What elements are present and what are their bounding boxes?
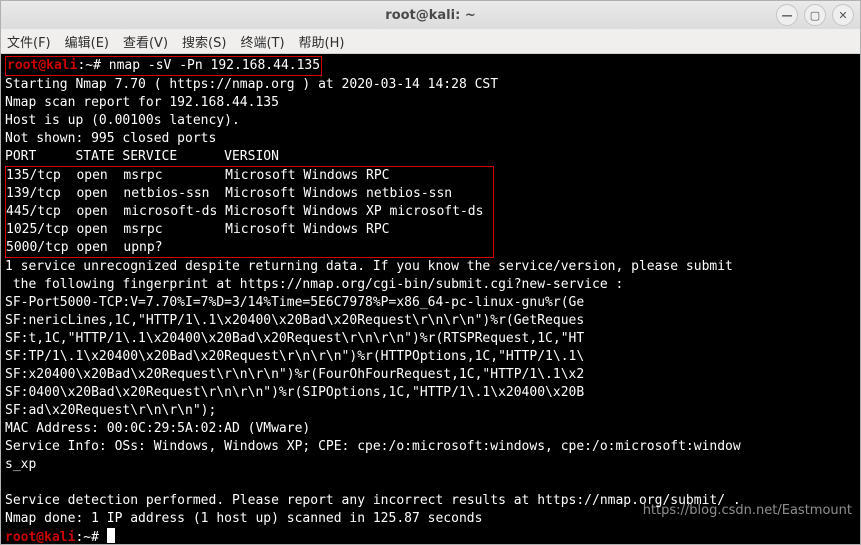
output-line: Nmap done: 1 IP address (1 host up) scan… xyxy=(5,511,482,526)
ports-highlight-box: 135/tcp open msrpc Microsoft Windows RPC… xyxy=(5,166,494,258)
output-line: SF-Port5000-TCP:V=7.70%I=7%D=3/14%Time=5… xyxy=(5,295,584,310)
output-line: Starting Nmap 7.70 ( https://nmap.org ) … xyxy=(5,77,498,92)
prompt-symbol: # xyxy=(91,530,99,544)
port-row: 445/tcp open microsoft-ds Microsoft Wind… xyxy=(6,204,491,219)
output-line: SF:ad\x20Request\r\n\r\n"); xyxy=(5,403,216,418)
minimize-button[interactable]: — xyxy=(776,4,798,26)
output-line: Nmap scan report for 192.168.44.135 xyxy=(5,95,279,110)
prompt-path: ~ xyxy=(85,58,93,73)
port-row: 1025/tcp open msrpc Microsoft Windows RP… xyxy=(6,222,491,237)
output-line: Service detection performed. Please repo… xyxy=(5,493,741,508)
window-title: root@kali: ~ xyxy=(385,8,475,23)
output-line: SF:t,1C,"HTTP/1\.1\x20400\x20Bad\x20Requ… xyxy=(5,331,584,346)
terminal-window: root@kali: ~ — ▢ ✕ 文件(F) 编辑(E) 查看(V) 搜索(… xyxy=(0,0,861,545)
port-row: 139/tcp open netbios-ssn Microsoft Windo… xyxy=(6,186,491,201)
prompt-user: root@kali xyxy=(5,530,75,544)
output-line: SF:TP/1\.1\x20400\x20Bad\x20Request\r\n\… xyxy=(5,349,584,364)
output-line: Service Info: OSs: Windows, Windows XP; … xyxy=(5,439,741,454)
command-text: nmap -sV -Pn 192.168.44.135 xyxy=(109,58,320,73)
output-line: SF:nericLines,1C,"HTTP/1\.1\x20400\x20Ba… xyxy=(5,313,584,328)
output-line: Host is up (0.00100s latency). xyxy=(5,113,240,128)
output-line: SF:x20400\x20Bad\x20Request\r\n\r\n")%r(… xyxy=(5,367,584,382)
close-icon: ✕ xyxy=(838,10,847,21)
output-line: SF:0400\x20Bad\x20Request\r\n\r\n")%r(SI… xyxy=(5,385,584,400)
command-highlight-box: root@kali:~# nmap -sV -Pn 192.168.44.135 xyxy=(5,56,322,76)
output-line: MAC Address: 00:0C:29:5A:02:AD (VMware) xyxy=(5,421,310,436)
output-header: PORT STATE SERVICE VERSION xyxy=(5,149,279,164)
cursor-icon xyxy=(107,528,115,543)
menu-edit[interactable]: 编辑(E) xyxy=(65,32,109,51)
menu-search[interactable]: 搜索(S) xyxy=(182,32,226,51)
port-row: 135/tcp open msrpc Microsoft Windows RPC xyxy=(6,168,491,183)
terminal-output[interactable]: root@kali:~# nmap -sV -Pn 192.168.44.135… xyxy=(1,54,860,544)
output-line: the following fingerprint at https://nma… xyxy=(5,277,623,292)
prompt-path: ~ xyxy=(83,530,91,544)
output-line: s_xp xyxy=(5,457,36,472)
close-button[interactable]: ✕ xyxy=(832,4,854,26)
watermark-text: https://blog.csdn.net/Eastmount xyxy=(643,502,852,520)
port-row: 5000/tcp open upnp? xyxy=(6,240,491,255)
prompt-user: root@kali xyxy=(7,58,77,73)
menu-file[interactable]: 文件(F) xyxy=(7,32,51,51)
output-line: 1 service unrecognized despite returning… xyxy=(5,259,733,274)
maximize-icon: ▢ xyxy=(810,10,820,21)
menu-view[interactable]: 查看(V) xyxy=(123,32,168,51)
output-line: Not shown: 995 closed ports xyxy=(5,131,216,146)
menu-help[interactable]: 帮助(H) xyxy=(299,32,345,51)
window-controls: — ▢ ✕ xyxy=(776,4,854,26)
menu-bar: 文件(F) 编辑(E) 查看(V) 搜索(S) 终端(T) 帮助(H) xyxy=(1,29,860,54)
maximize-button[interactable]: ▢ xyxy=(804,4,826,26)
minimize-icon: — xyxy=(782,10,793,21)
menu-terminal[interactable]: 终端(T) xyxy=(240,32,284,51)
prompt-symbol: # xyxy=(93,58,101,73)
title-bar: root@kali: ~ — ▢ ✕ xyxy=(1,1,860,29)
